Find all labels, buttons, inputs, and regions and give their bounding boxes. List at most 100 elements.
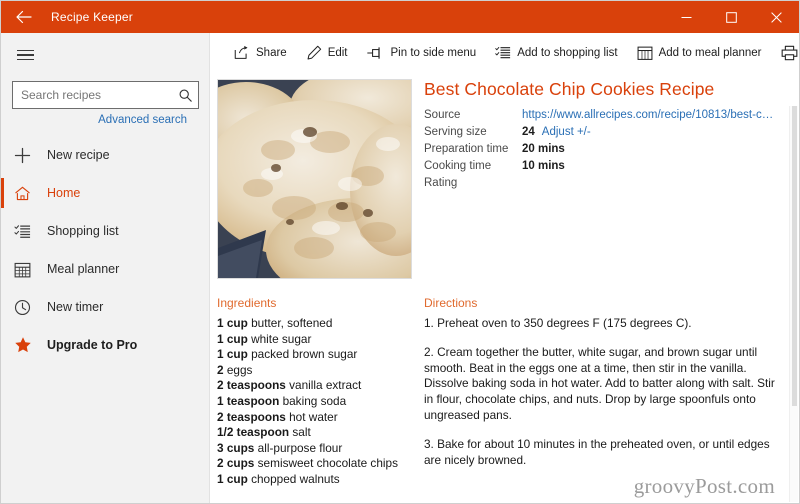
- list-item: 1 cup chopped walnuts: [217, 472, 412, 488]
- vertical-scrollbar[interactable]: [789, 106, 798, 502]
- sidebar: Advanced search New recipe: [1, 33, 210, 503]
- ingredient-qty: 3 cups: [217, 440, 255, 455]
- toolbar-label: Pin to side menu: [390, 46, 477, 59]
- ingredients-column: Ingredients 1 cup butter, softened 1 cup…: [210, 296, 412, 488]
- ingredient-item: salt: [292, 425, 311, 440]
- ingredient-item: hot water: [289, 409, 338, 424]
- calendar-icon: [637, 45, 653, 61]
- hamburger-icon[interactable]: [1, 35, 49, 75]
- ingredient-qty: 1/2 teaspoon: [217, 425, 290, 440]
- direction-step: 1. Preheat oven to 350 degrees F (175 de…: [424, 316, 692, 330]
- ingredient-qty: 2 cups: [217, 456, 255, 471]
- sidebar-item-new-timer[interactable]: New timer: [1, 288, 209, 326]
- meta-row-source: Source https://www.allrecipes.com/recipe…: [424, 107, 777, 124]
- close-button[interactable]: [754, 1, 799, 33]
- meta-row-cooking-time: Cooking time 10 mins: [424, 158, 777, 175]
- list-item: 1 teaspoon baking soda: [217, 394, 412, 410]
- meta-label: Source: [424, 109, 461, 121]
- direction-step: 3. Bake for about 10 minutes in the preh…: [424, 436, 770, 467]
- adjust-servings-link[interactable]: Adjust +/-: [542, 124, 591, 141]
- share-button[interactable]: Share: [234, 45, 287, 60]
- checklist-icon: [495, 45, 511, 60]
- meta-label: Cooking time: [424, 160, 492, 172]
- list-item: 1/2 teaspoon salt: [217, 425, 412, 441]
- plus-icon: [14, 147, 40, 164]
- ingredient-qty: 1 cup: [217, 347, 248, 362]
- meta-label: Preparation time: [424, 143, 509, 155]
- ingredient-item: all-purpose flour: [257, 440, 343, 455]
- sidebar-item-label: New timer: [47, 300, 104, 314]
- edit-button[interactable]: Edit: [306, 45, 348, 61]
- ingredient-item: baking soda: [282, 393, 347, 408]
- ingredient-item: eggs: [226, 362, 253, 377]
- toolbar-label: Add to meal planner: [658, 46, 762, 59]
- serving-size-value: 24: [522, 126, 535, 138]
- list-item: 2 cups semisweet chocolate chips: [217, 456, 412, 472]
- sidebar-item-meal-planner[interactable]: Meal planner: [1, 250, 209, 288]
- ingredients-list: 1 cup butter, softened 1 cup white sugar…: [217, 316, 412, 488]
- search-input[interactable]: [21, 88, 179, 102]
- pin-icon: [366, 46, 385, 60]
- calendar-icon: [14, 261, 40, 278]
- ingredients-heading: Ingredients: [217, 296, 277, 310]
- recipe-meta: Best Chocolate Chip Cookies Recipe Sourc…: [412, 79, 777, 279]
- meta-label: Serving size: [424, 126, 487, 138]
- checklist-icon: [14, 223, 40, 240]
- share-icon: [234, 45, 250, 60]
- ingredient-item: butter, softened: [251, 316, 333, 330]
- recipe-keeper-window: Recipe Keeper Search recipes Advanced se…: [0, 0, 800, 504]
- meta-row-preparation-time: Preparation time 20 mins: [424, 141, 777, 158]
- window-body: Advanced search New recipe: [1, 33, 799, 503]
- cooking-time-value: 10 mins: [522, 160, 565, 172]
- ingredient-qty: 1 cup: [217, 331, 248, 346]
- scrollbar-thumb[interactable]: [792, 106, 797, 406]
- recipe-columns: Ingredients 1 cup butter, softened 1 cup…: [210, 296, 777, 488]
- ingredient-item: packed brown sugar: [251, 347, 358, 362]
- content-area: Share Edit Pin to side menu Add to shopp…: [210, 33, 799, 503]
- ingredient-item: white sugar: [251, 331, 312, 346]
- preparation-time-value: 20 mins: [522, 143, 565, 155]
- sidebar-item-upgrade-to-pro[interactable]: Upgrade to Pro: [1, 326, 209, 364]
- meta-row-serving-size: Serving size 24 Adjust +/-: [424, 124, 777, 141]
- search-icon[interactable]: [179, 89, 192, 102]
- watermark: groovyPost.com: [633, 474, 775, 498]
- ingredient-qty: 1 cup: [217, 471, 248, 486]
- window-title: Recipe Keeper: [51, 10, 133, 24]
- printer-icon: [781, 45, 798, 61]
- list-item: 2 teaspoons vanilla extract: [217, 378, 412, 394]
- meta-row-rating: Rating: [424, 175, 777, 192]
- add-to-shopping-list-button[interactable]: Add to shopping list: [495, 45, 618, 60]
- sidebar-item-label: Upgrade to Pro: [47, 338, 138, 352]
- pin-to-side-menu-button[interactable]: Pin to side menu: [366, 46, 477, 60]
- sidebar-item-label: Meal planner: [47, 262, 120, 276]
- ingredient-qty: 2: [217, 362, 224, 377]
- ingredient-qty: 2 teaspoons: [217, 378, 286, 393]
- sidebar-item-label: Shopping list: [47, 224, 119, 238]
- title-bar: Recipe Keeper: [1, 1, 799, 33]
- search-box[interactable]: [12, 81, 199, 109]
- meta-label: Rating: [424, 177, 458, 189]
- advanced-search-link[interactable]: Advanced search: [12, 109, 199, 126]
- toolbar-label: Edit: [327, 46, 348, 59]
- sidebar-item-new-recipe[interactable]: New recipe: [1, 136, 209, 174]
- directions-column: Directions 1. Preheat oven to 350 degree…: [412, 296, 777, 488]
- add-to-meal-planner-button[interactable]: Add to meal planner: [637, 45, 762, 61]
- sidebar-item-shopping-list[interactable]: Shopping list: [1, 212, 209, 250]
- search-container: Advanced search: [1, 75, 209, 126]
- recipe-header: Best Chocolate Chip Cookies Recipe Sourc…: [210, 79, 777, 279]
- window-controls: [664, 1, 799, 33]
- directions-heading: Directions: [424, 296, 478, 310]
- back-arrow-icon[interactable]: [1, 1, 47, 33]
- source-link[interactable]: https://www.allrecipes.com/recipe/10813/…: [522, 107, 777, 124]
- recipe-photo[interactable]: [217, 79, 412, 279]
- star-icon: [14, 336, 40, 354]
- toolbar-label: Add to shopping list: [517, 46, 618, 59]
- direction-step: 2. Cream together the butter, white suga…: [424, 344, 775, 422]
- ingredient-qty: 1 teaspoon: [217, 393, 280, 408]
- sidebar-item-home[interactable]: Home: [1, 174, 209, 212]
- minimize-button[interactable]: [664, 1, 709, 33]
- maximize-button[interactable]: [709, 1, 754, 33]
- sidebar-item-label: New recipe: [47, 148, 110, 162]
- clock-icon: [14, 299, 40, 316]
- print-button[interactable]: Print: [781, 45, 800, 61]
